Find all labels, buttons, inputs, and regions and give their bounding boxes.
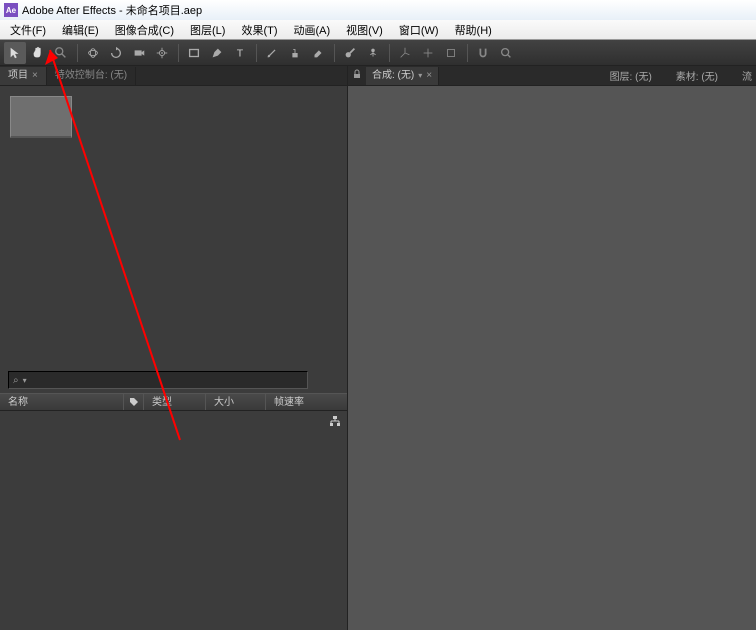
chevron-down-icon[interactable]: ▾ <box>418 67 422 85</box>
tag-icon <box>129 397 139 407</box>
lock-icon[interactable] <box>348 69 366 82</box>
menu-view[interactable]: 视图(V) <box>338 22 391 38</box>
roto-brush-tool[interactable] <box>339 42 361 64</box>
pan-behind-tool[interactable] <box>151 42 173 64</box>
project-search-input[interactable]: ⌕ ▾ <box>8 371 308 389</box>
thumbnail-area <box>0 86 347 148</box>
eraser-tool[interactable] <box>307 42 329 64</box>
svg-text:T: T <box>237 47 244 59</box>
toolbar-separator <box>389 44 390 62</box>
toolbar-separator <box>256 44 257 62</box>
toolbar: T <box>0 40 756 66</box>
menu-edit[interactable]: 编辑(E) <box>54 22 107 38</box>
local-axis-tool[interactable] <box>394 42 416 64</box>
column-label[interactable] <box>124 394 144 410</box>
footage-viewer-label[interactable]: 素材: (无) <box>664 68 730 83</box>
asset-thumbnail[interactable] <box>10 96 72 138</box>
project-panel: 项目 × 特效控制台: (无) ⌕ ▾ 名称 <box>0 66 348 630</box>
toolbar-separator <box>467 44 468 62</box>
zoom-tool[interactable] <box>50 42 72 64</box>
left-panel-tabs: 项目 × 特效控制台: (无) <box>0 66 347 86</box>
menu-effect[interactable]: 效果(T) <box>233 22 285 38</box>
pen-tool[interactable] <box>206 42 228 64</box>
clone-stamp-tool[interactable] <box>284 42 306 64</box>
close-icon[interactable]: × <box>32 67 38 85</box>
toolbar-separator <box>178 44 179 62</box>
menu-composition[interactable]: 图像合成(C) <box>107 22 182 38</box>
tab-composition-label: 合成: (无) <box>372 67 414 85</box>
window-title: Adobe After Effects - 未命名项目.aep <box>22 2 202 18</box>
search-row: ⌕ ▾ <box>0 367 347 393</box>
right-panel-tabs: 合成: (无) ▾ × 图层: (无) 素材: (无) 流 <box>348 66 756 86</box>
rectangle-tool[interactable] <box>183 42 205 64</box>
selection-tool[interactable] <box>4 42 26 64</box>
tab-project-label: 项目 <box>8 67 28 85</box>
composition-panel: 合成: (无) ▾ × 图层: (无) 素材: (无) 流 <box>348 66 756 630</box>
tab-effect-controls-label: 特效控制台: (无) <box>55 67 127 85</box>
chevron-down-icon[interactable]: ▾ <box>23 376 27 385</box>
tab-effect-controls[interactable]: 特效控制台: (无) <box>47 67 136 85</box>
text-tool[interactable]: T <box>229 42 251 64</box>
camera-tool[interactable] <box>128 42 150 64</box>
menu-layer[interactable]: 图层(L) <box>182 22 233 38</box>
flowchart-icon[interactable] <box>329 415 341 430</box>
puppet-tool[interactable] <box>362 42 384 64</box>
tab-composition[interactable]: 合成: (无) ▾ × <box>366 67 439 85</box>
rotation-tool[interactable] <box>105 42 127 64</box>
layer-viewer-label[interactable]: 图层: (无) <box>598 68 664 83</box>
composition-viewer[interactable] <box>348 86 756 630</box>
column-name[interactable]: 名称 <box>0 394 124 410</box>
flowchart-label[interactable]: 流 <box>730 68 756 83</box>
asset-list[interactable] <box>0 411 347 630</box>
hand-tool[interactable] <box>27 42 49 64</box>
orbit-tool[interactable] <box>82 42 104 64</box>
main-area: 项目 × 特效控制台: (无) ⌕ ▾ 名称 <box>0 66 756 630</box>
search-help-tool[interactable] <box>495 42 517 64</box>
toolbar-separator <box>77 44 78 62</box>
titlebar: Ae Adobe After Effects - 未命名项目.aep <box>0 0 756 20</box>
menubar: 文件(F) 编辑(E) 图像合成(C) 图层(L) 效果(T) 动画(A) 视图… <box>0 20 756 40</box>
brush-tool[interactable] <box>261 42 283 64</box>
search-icon: ⌕ <box>13 375 19 386</box>
menu-file[interactable]: 文件(F) <box>2 22 54 38</box>
column-type[interactable]: 类型 <box>144 394 206 410</box>
view-axis-tool[interactable] <box>440 42 462 64</box>
project-body: ⌕ ▾ 名称 类型 大小 帧速率 <box>0 86 347 630</box>
snapping-tool[interactable] <box>472 42 494 64</box>
menu-window[interactable]: 窗口(W) <box>391 22 447 38</box>
menu-animation[interactable]: 动画(A) <box>286 22 339 38</box>
column-size[interactable]: 大小 <box>206 394 266 410</box>
tab-project[interactable]: 项目 × <box>0 67 47 85</box>
project-column-headers: 名称 类型 大小 帧速率 <box>0 393 347 411</box>
toolbar-separator <box>334 44 335 62</box>
close-icon[interactable]: × <box>426 67 432 85</box>
world-axis-tool[interactable] <box>417 42 439 64</box>
app-icon: Ae <box>4 3 18 17</box>
column-framerate[interactable]: 帧速率 <box>266 394 312 410</box>
menu-help[interactable]: 帮助(H) <box>447 22 500 38</box>
